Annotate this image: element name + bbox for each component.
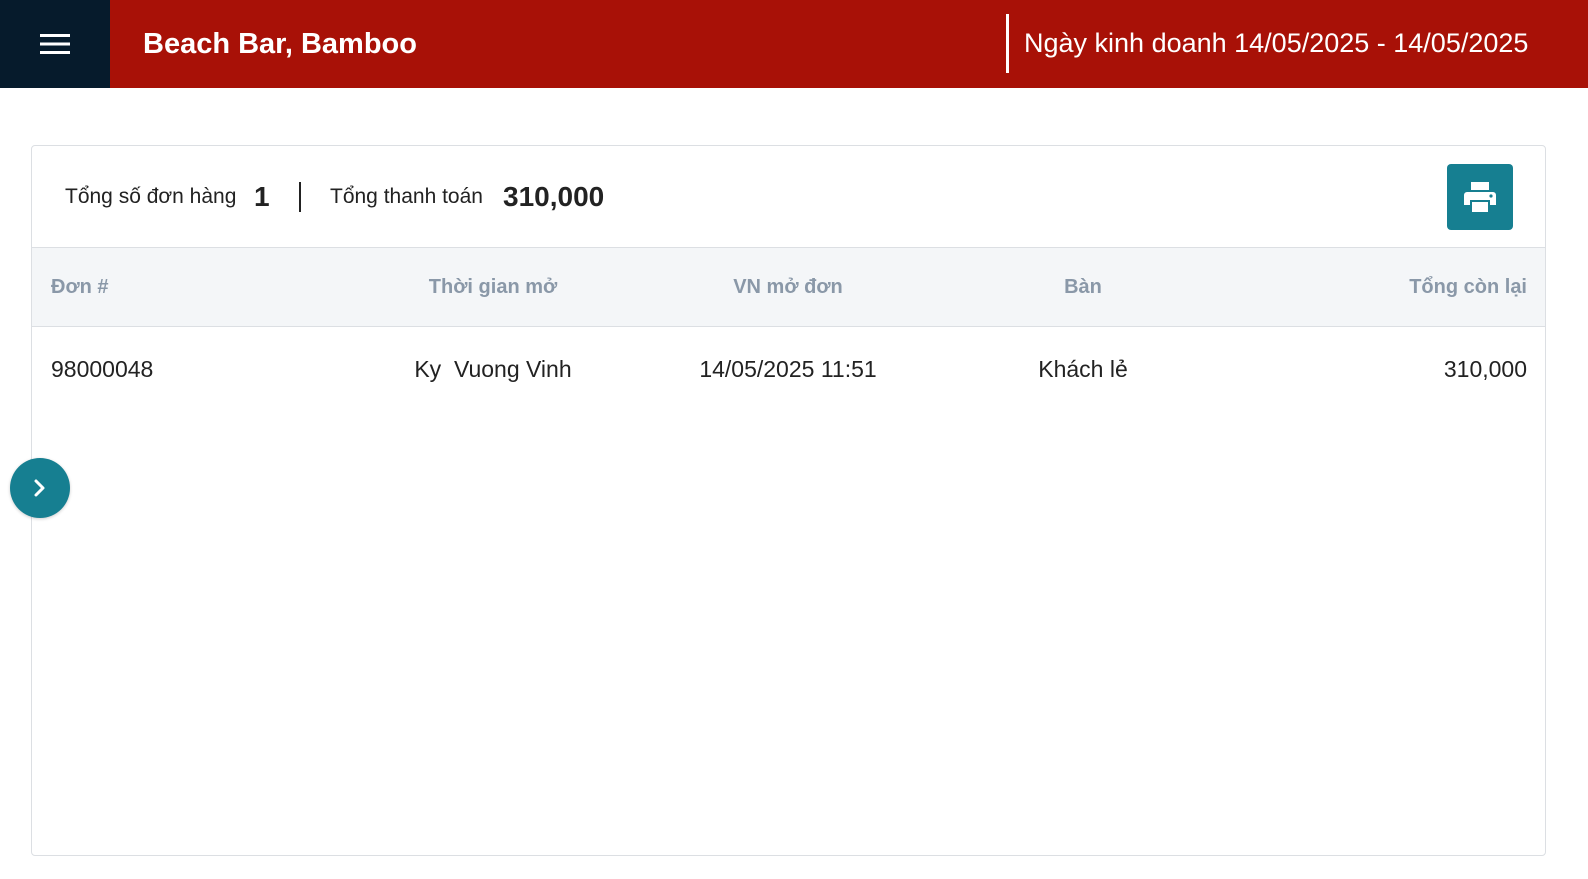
printer-icon [1464, 182, 1496, 212]
table-row[interactable]: 98000048 Ky Vuong Vinh 14/05/2025 11:51 … [32, 327, 1545, 411]
header-divider [1006, 14, 1009, 73]
total-payment-value: 310,000 [503, 181, 605, 212]
menu-button[interactable] [0, 0, 110, 88]
column-header-open-staff: VN mở đơn [733, 276, 843, 298]
column-header-open-time: Thời gian mở [428, 276, 558, 298]
column-header-table: Bàn [1064, 276, 1102, 298]
cell-order-number: 98000048 [51, 356, 154, 382]
top-bar: Beach Bar, Bamboo Ngày kinh doanh 14/05/… [0, 0, 1588, 88]
print-button[interactable] [1447, 164, 1513, 230]
total-orders-value: 1 [254, 181, 270, 212]
cell-open-staff: 14/05/2025 11:51 [699, 356, 877, 382]
business-date: Ngày kinh doanh 14/05/2025 - 14/05/2025 [1024, 28, 1529, 58]
total-payment-label: Tổng thanh toán [330, 185, 483, 208]
cell-open-time: Ky Vuong Vinh [414, 356, 572, 382]
store-name: Beach Bar, Bamboo [143, 28, 417, 60]
total-orders-label: Tổng số đơn hàng [65, 185, 237, 208]
expand-sidebar-button[interactable] [10, 458, 70, 518]
column-header-order-number: Đơn # [51, 276, 109, 298]
cell-table: Khách lẻ [1038, 356, 1128, 382]
hamburger-menu-icon [40, 34, 70, 54]
orders-summary: Tổng số đơn hàng 1 Tổng thanh toán 310,0… [32, 146, 1545, 248]
summary-divider [299, 182, 301, 212]
column-header-remaining-total: Tổng còn lại [1409, 276, 1527, 298]
table-header: Đơn # Thời gian mở VN mở đơn Bàn Tổng cò… [32, 248, 1545, 327]
cell-remaining-total: 310,000 [1443, 356, 1527, 382]
chevron-right-icon [34, 479, 45, 497]
orders-card: Tổng số đơn hàng 1 Tổng thanh toán 310,0… [31, 145, 1546, 856]
